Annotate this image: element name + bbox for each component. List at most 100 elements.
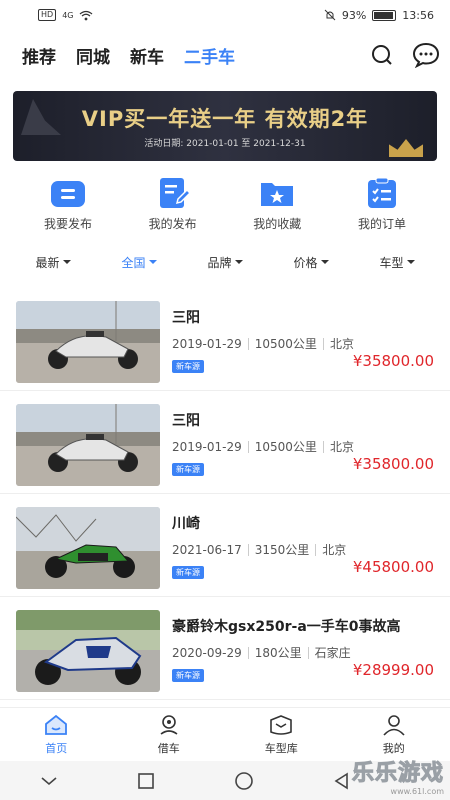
listing-meta: 2019-01-29 10500公里 北京 bbox=[172, 335, 434, 352]
back-triangle-icon[interactable] bbox=[333, 772, 351, 790]
search-icon[interactable] bbox=[370, 43, 394, 67]
new-source-badge: 新车源 bbox=[172, 463, 204, 476]
top-nav: 推荐 同城 新车 二手车 bbox=[0, 30, 450, 80]
listing-city: 北京 bbox=[329, 337, 354, 351]
listing-price: ¥28999.00 bbox=[352, 661, 434, 679]
listing-meta: 2019-01-29 10500公里 北京 bbox=[172, 438, 434, 455]
qa-publish[interactable]: 我要发布 bbox=[18, 177, 118, 232]
listing-city: 北京 bbox=[329, 440, 354, 454]
watermark-brand: 乐乐游戏 bbox=[351, 761, 444, 787]
listing-meta: 2020-09-29 180公里 石家庄 bbox=[172, 644, 434, 661]
model-library-icon bbox=[270, 714, 293, 735]
banner-title: VIP买一年送一年 有效期2年 bbox=[81, 107, 369, 131]
filter-price[interactable]: 价格 bbox=[293, 254, 329, 271]
collapse-chevron-icon[interactable] bbox=[40, 775, 58, 787]
tab-recommend[interactable]: 推荐 bbox=[22, 43, 56, 68]
home-circle-icon[interactable] bbox=[234, 771, 254, 791]
qa-favorites[interactable]: 我的收藏 bbox=[227, 177, 327, 232]
filter-brand[interactable]: 品牌 bbox=[207, 254, 243, 271]
battery-icon bbox=[372, 9, 397, 21]
publish-icon bbox=[49, 177, 87, 209]
btab-profile[interactable]: 我的 bbox=[354, 714, 434, 756]
btab-borrow-label: 借车 bbox=[157, 741, 180, 755]
listing-title: 三阳 bbox=[172, 413, 200, 429]
battery-percent: 93% bbox=[341, 8, 367, 22]
motorcycle-photo bbox=[16, 610, 160, 692]
listing-title: 三阳 bbox=[172, 310, 200, 326]
vip-banner[interactable]: VIP买一年送一年 有效期2年 活动日期: 2021-01-01 至 2021-… bbox=[13, 91, 437, 161]
qa-favorites-label: 我的收藏 bbox=[253, 217, 302, 231]
wifi-icon bbox=[80, 10, 93, 20]
listing-date: 2021-06-17 bbox=[172, 542, 242, 557]
recents-square-icon[interactable] bbox=[137, 772, 155, 790]
listing-list: 三阳 2019-01-29 10500公里 北京 新车源 ¥35800.00 三阳 … bbox=[0, 288, 450, 700]
btab-home[interactable]: 首页 bbox=[16, 714, 96, 756]
new-source-badge: 新车源 bbox=[172, 566, 204, 579]
listing-info: 豪爵铃木gsx250r-a一手车0事故高 2020-09-29 180公里 石家庄 … bbox=[160, 610, 434, 699]
mute-bell-icon bbox=[324, 9, 336, 21]
qa-orders[interactable]: 我的订单 bbox=[332, 177, 432, 232]
chevron-down-icon bbox=[320, 260, 329, 264]
btab-models-label: 车型库 bbox=[264, 741, 298, 755]
message-icon[interactable] bbox=[412, 42, 440, 68]
edit-doc-icon bbox=[154, 177, 192, 209]
listing-city: 北京 bbox=[322, 543, 347, 557]
btab-home-label: 首页 bbox=[45, 741, 68, 755]
nav-icons bbox=[370, 42, 440, 68]
qa-my-posts[interactable]: 我的发布 bbox=[123, 177, 223, 232]
qa-orders-label: 我的订单 bbox=[357, 217, 406, 231]
filter-latest-label: 最新 bbox=[35, 255, 60, 270]
btab-models[interactable]: 车型库 bbox=[241, 714, 321, 756]
list-item[interactable]: 三阳 2019-01-29 10500公里 北京 新车源 ¥35800.00 bbox=[0, 391, 450, 494]
filter-latest[interactable]: 最新 bbox=[35, 254, 71, 271]
btab-profile-label: 我的 bbox=[382, 741, 405, 755]
tab-used-car[interactable]: 二手车 bbox=[184, 43, 235, 68]
listing-price: ¥45800.00 bbox=[352, 558, 434, 576]
motorcycle-photo bbox=[16, 301, 160, 383]
list-item[interactable]: 豪爵铃木gsx250r-a一手车0事故高 2020-09-29 180公里 石家庄 … bbox=[0, 597, 450, 700]
filter-region[interactable]: 全国 bbox=[121, 254, 157, 271]
quick-actions: 我要发布 我的发布 我的收藏 我的订单 bbox=[0, 161, 450, 232]
listing-city: 石家庄 bbox=[314, 646, 351, 660]
listing-date: 2019-01-29 bbox=[172, 336, 242, 351]
clock: 13:56 bbox=[402, 8, 434, 22]
favorite-folder-icon bbox=[258, 177, 296, 209]
new-source-badge: 新车源 bbox=[172, 669, 204, 682]
listing-info: 三阳 2019-01-29 10500公里 北京 新车源 ¥35800.00 bbox=[160, 301, 434, 390]
listing-title: 川崎 bbox=[172, 516, 200, 532]
filter-brand-label: 品牌 bbox=[207, 255, 232, 270]
btab-borrow[interactable]: 借车 bbox=[129, 714, 209, 756]
filter-model-label: 车型 bbox=[379, 255, 404, 270]
filter-region-label: 全国 bbox=[121, 255, 146, 270]
listing-mileage: 10500公里 bbox=[254, 337, 317, 351]
chevron-down-icon bbox=[148, 260, 157, 264]
listing-title: 豪爵铃木gsx250r-a一手车0事故高 bbox=[172, 619, 401, 635]
motorcycle-photo bbox=[16, 507, 160, 589]
chevron-down-icon bbox=[234, 260, 243, 264]
listing-price: ¥35800.00 bbox=[352, 352, 434, 370]
hd-badge: HD bbox=[38, 9, 57, 21]
bottom-tab-bar: 首页 借车 车型库 我的 bbox=[0, 707, 450, 761]
list-item[interactable]: 川崎 2021-06-17 3150公里 北京 新车源 ¥45800.00 bbox=[0, 494, 450, 597]
tab-local[interactable]: 同城 bbox=[76, 43, 110, 68]
borrow-car-icon bbox=[160, 714, 178, 735]
filter-model[interactable]: 车型 bbox=[379, 254, 415, 271]
listing-date: 2019-01-29 bbox=[172, 439, 242, 454]
profile-icon bbox=[383, 714, 405, 736]
qa-publish-label: 我要发布 bbox=[43, 217, 92, 231]
tab-new-car[interactable]: 新车 bbox=[130, 43, 164, 68]
listing-mileage: 3150公里 bbox=[254, 543, 310, 557]
watermark: 乐乐游戏 www.61l.com bbox=[351, 755, 444, 797]
listing-mileage: 180公里 bbox=[254, 646, 302, 660]
listing-price: ¥35800.00 bbox=[352, 455, 434, 473]
banner-date: 活动日期: 2021-01-01 至 2021-12-31 bbox=[144, 139, 306, 149]
listing-meta: 2021-06-17 3150公里 北京 bbox=[172, 541, 434, 558]
listing-info: 三阳 2019-01-29 10500公里 北京 新车源 ¥35800.00 bbox=[160, 404, 434, 493]
filter-price-label: 价格 bbox=[293, 255, 318, 270]
status-bar: HD 4G 93% 13:56 bbox=[0, 0, 450, 30]
list-item[interactable]: 三阳 2019-01-29 10500公里 北京 新车源 ¥35800.00 bbox=[0, 288, 450, 391]
status-left: HD 4G bbox=[38, 9, 93, 21]
motorcycle-photo bbox=[16, 404, 160, 486]
new-source-badge: 新车源 bbox=[172, 360, 204, 373]
home-icon bbox=[45, 714, 68, 735]
